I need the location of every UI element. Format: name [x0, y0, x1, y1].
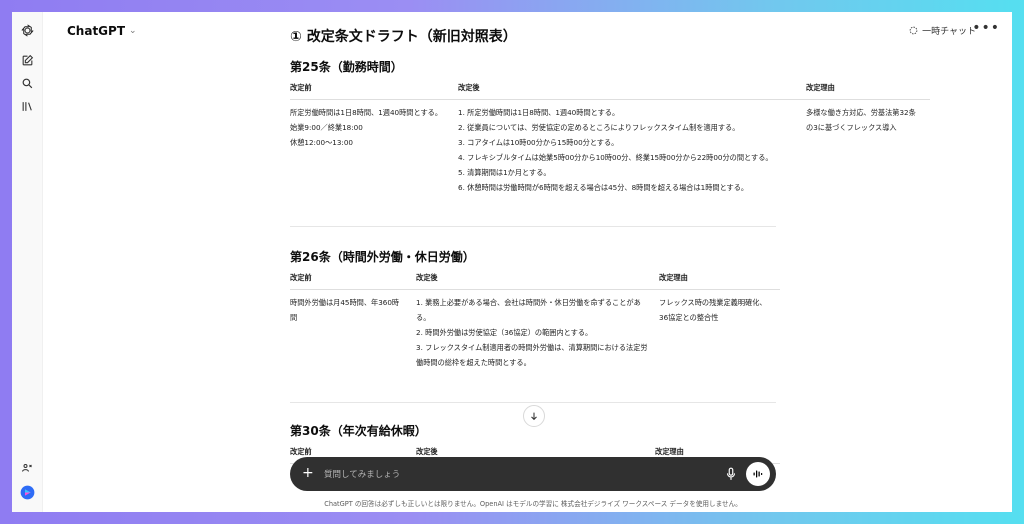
comparison-table: 改定前 改定後 改定理由 所定労働時間は1日8時間、1週40時間とする。 始業9…	[290, 78, 930, 195]
apps-icon[interactable]	[19, 460, 35, 476]
list-item: 3. フレックスタイム制適用者の時間外労働は、清算期間における法定労働時間の総枠…	[416, 343, 648, 367]
list-item: 5. 清算期間は1か月とする。	[458, 168, 551, 177]
composer: +	[290, 457, 776, 491]
sidebar-rail	[12, 12, 43, 512]
article-heading: 第26条（時間外労働・休日労働）	[290, 250, 475, 264]
list-item: 2. 時間外労働は労使協定（36協定）の範囲内とする。	[416, 328, 593, 337]
library-icon[interactable]	[19, 98, 35, 114]
column-header: 改定理由	[806, 78, 930, 100]
before-cell: 所定労働時間は1日8時間、1週40時間とする。 始業9:00／終業18:00 休…	[290, 100, 458, 196]
chevron-down-icon: ⌄	[129, 26, 137, 36]
reason-cell: フレックス時の残業定義明確化、36協定との整合性	[659, 298, 767, 322]
disclaimer-text: ChatGPT の回答は必ずしも正しいとは限りません。OpenAI はモデルの学…	[324, 500, 742, 508]
table-header-row: 改定前 改定後 改定理由	[290, 268, 780, 290]
voice-mode-button[interactable]	[746, 462, 770, 486]
list-item: 1. 業務上必要がある場合、会社は時間外・休日労働を命ずることがある。	[416, 298, 641, 322]
waveform-icon	[753, 470, 763, 478]
scroll-to-bottom-button[interactable]	[523, 405, 545, 427]
reason-cell: 多様な働き方対応、労基法第32条の3に基づくフレックス導入	[806, 108, 916, 132]
cell-line: 休憩12:00～13:00	[290, 138, 353, 147]
divider	[290, 402, 776, 403]
list-item: 1. 所定労働時間は1日8時間、1週40時間とする。	[458, 108, 620, 117]
column-header: 改定前	[290, 78, 458, 100]
column-header: 改定理由	[659, 268, 780, 290]
temporary-chat-label: 一時チャット	[922, 27, 976, 37]
prompt-input[interactable]	[322, 466, 706, 484]
profile-icon[interactable]	[19, 484, 35, 500]
divider	[290, 226, 776, 227]
after-cell: 1. 業務上必要がある場合、会社は時間外・休日労働を命ずることがある。 2. 時…	[416, 290, 659, 371]
column-header: 改定後	[458, 78, 806, 100]
microphone-icon[interactable]	[726, 466, 736, 485]
after-cell: 1. 所定労働時間は1日8時間、1週40時間とする。 2. 従業員については、労…	[458, 100, 806, 196]
more-options-icon[interactable]: •••	[972, 20, 1000, 36]
app-window: ChatGPT ⌄ 一時チャット ••• ① 改定条文ドラフト（新旧対照表） 第…	[12, 12, 1012, 512]
assistant-message: ① 改定条文ドラフト（新旧対照表） 第25条（勤務時間） 改定前 改定後 改定理…	[290, 12, 930, 512]
arrow-down-icon	[531, 412, 537, 421]
column-header: 改定後	[416, 268, 659, 290]
column-header: 改定前	[290, 268, 416, 290]
model-label: ChatGPT	[67, 24, 126, 38]
search-icon[interactable]	[19, 75, 35, 91]
comparison-table: 改定前 改定後 改定理由 時間外労働は月45時間、年360時間 1. 業務上必要…	[290, 268, 780, 370]
cell-line: 所定労働時間は1日8時間、1週40時間とする。	[290, 108, 443, 117]
article-heading: 第25条（勤務時間）	[290, 60, 403, 74]
page-title: ① 改定条文ドラフト（新旧対照表）	[290, 29, 517, 45]
cell-line: 始業9:00／終業18:00	[290, 123, 363, 132]
list-item: 2. 従業員については、労使協定の定めるところによりフレックスタイム制を適用する…	[458, 123, 740, 132]
before-cell: 時間外労働は月45時間、年360時間	[290, 298, 400, 322]
openai-logo-icon[interactable]	[19, 22, 35, 38]
list-item: 6. 休憩時間は労働時間が6時間を超える場合は45分、8時間を超える場合は1時間…	[458, 183, 749, 192]
list-item: 3. コアタイムは10時00分から15時00分とする。	[458, 138, 619, 147]
article-heading: 第30条（年次有給休暇）	[290, 424, 427, 438]
new-chat-icon[interactable]	[19, 52, 35, 68]
model-selector[interactable]: ChatGPT ⌄	[67, 24, 137, 38]
table-row: 時間外労働は月45時間、年360時間 1. 業務上必要がある場合、会社は時間外・…	[290, 290, 780, 371]
plus-icon[interactable]: +	[302, 465, 314, 481]
list-item: 4. フレキシブルタイムは始業5時00分から10時00分、終業15時00分から2…	[458, 153, 773, 162]
table-header-row: 改定前 改定後 改定理由	[290, 78, 930, 100]
table-row: 所定労働時間は1日8時間、1週40時間とする。 始業9:00／終業18:00 休…	[290, 100, 930, 196]
